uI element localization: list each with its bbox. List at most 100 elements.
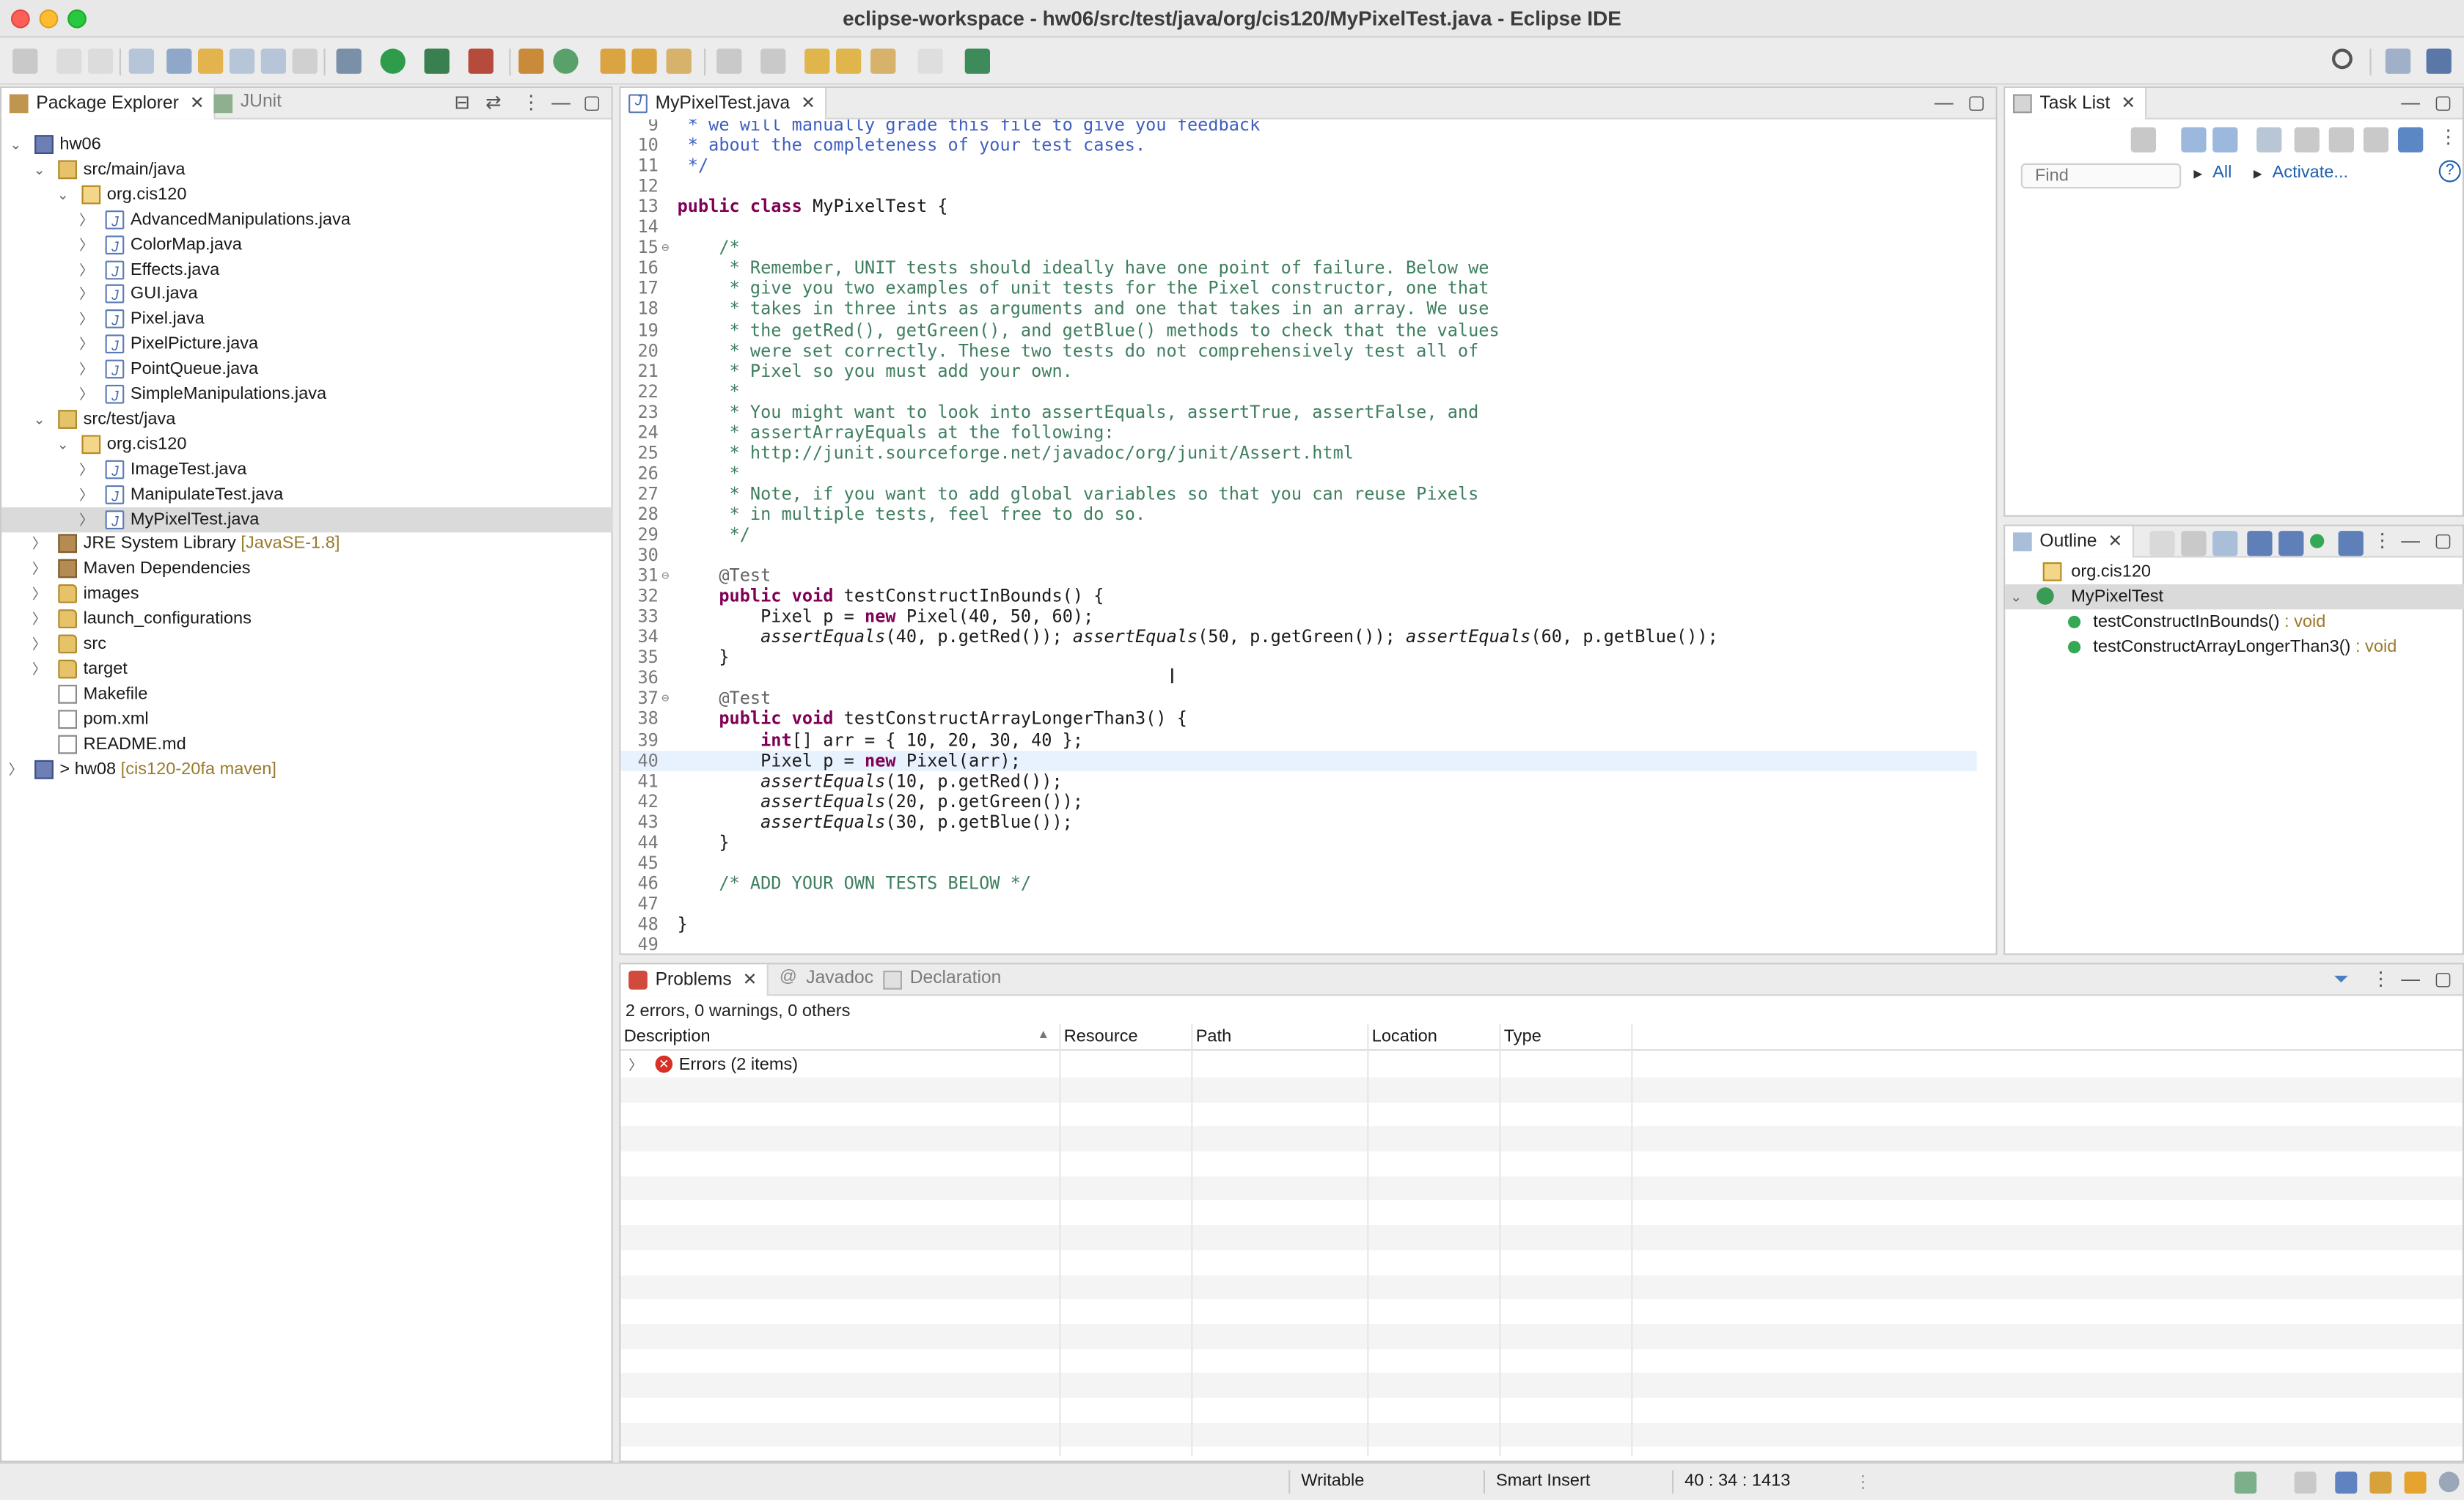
column-description[interactable]: Description — [624, 1027, 711, 1046]
run-icon[interactable] — [380, 48, 406, 74]
tree-item[interactable]: README.md — [1, 731, 613, 756]
code-line[interactable]: 18 * takes in three ints as arguments an… — [620, 299, 1976, 320]
maximize-icon[interactable]: ▢ — [2434, 968, 2452, 990]
column-resource[interactable]: Resource — [1064, 1027, 1138, 1046]
tree-item[interactable]: 〉 target — [1, 656, 613, 681]
chevron-right-icon[interactable]: 〉 — [32, 532, 47, 556]
open-perspective-icon[interactable] — [2385, 48, 2411, 74]
tree-item[interactable]: 〉 GUI.java — [1, 282, 613, 308]
outline-item[interactable]: org.cis120 — [2005, 559, 2464, 584]
tree-item[interactable]: 〉 launch_configurations — [1, 606, 613, 631]
tab-javadoc[interactable]: @ Javadoc — [771, 964, 883, 996]
tree-item[interactable]: 〉 > hw08 [cis120-20fa maven] — [1, 757, 613, 782]
help-icon[interactable]: ? — [2438, 160, 2461, 183]
toggle-breadcrumb-icon[interactable] — [229, 48, 255, 74]
save-icon[interactable] — [56, 48, 82, 74]
hide-fields-icon[interactable] — [2247, 531, 2273, 556]
code-line[interactable]: 23 * You might want to look into assertE… — [620, 402, 1976, 422]
last-edit-location-icon[interactable] — [804, 48, 830, 74]
column-type[interactable]: Type — [1504, 1027, 1541, 1046]
code-line[interactable]: 21 * Pixel so you must add your own. — [620, 361, 1976, 381]
chevron-right-icon[interactable]: 〉 — [32, 656, 47, 681]
external-tools-icon[interactable] — [468, 48, 494, 74]
view-menu-icon[interactable]: ⋮ — [2439, 125, 2458, 147]
code-line[interactable]: 10 * about the completeness of your test… — [620, 135, 1976, 155]
code-line[interactable]: 44 } — [620, 832, 1976, 853]
chevron-right-icon[interactable]: 〉 — [8, 757, 23, 782]
tree-item[interactable]: 〉 PointQueue.java — [1, 357, 613, 383]
code-line[interactable]: 40 Pixel p = new Pixel(arr); — [620, 750, 1977, 771]
code-line[interactable]: 19 * the getRed(), getGreen(), and getBl… — [620, 320, 1976, 340]
collapse-all-icon[interactable]: ⊟ — [454, 91, 470, 113]
code-line[interactable]: 28 * in multiple tests, feel free to do … — [620, 504, 1976, 525]
chevron-right-icon[interactable]: 〉 — [32, 581, 47, 606]
tree-item[interactable]: ⌄ src/main/java — [1, 157, 613, 182]
coverage-icon[interactable] — [424, 48, 450, 74]
tree-item[interactable]: 〉 images — [1, 581, 613, 606]
code-line[interactable]: 24 * assertArrayEquals at the following: — [620, 422, 1976, 443]
close-icon[interactable]: ✕ — [743, 969, 758, 990]
new-java-project-icon[interactable] — [518, 48, 544, 74]
tab-junit[interactable]: JUnit — [206, 88, 291, 120]
open-project-icon[interactable] — [600, 48, 626, 74]
code-line[interactable]: 31 ⊖ @Test — [620, 565, 1976, 586]
chevron-down-icon[interactable]: ⌄ — [32, 157, 47, 182]
tab-mypixeltest[interactable]: MyPixelTest.java ✕ — [620, 87, 826, 120]
tree-item[interactable]: 〉 ColorMap.java — [1, 232, 613, 258]
chevron-down-icon[interactable]: ⌄ — [32, 407, 47, 432]
activate-link[interactable]: Activate... — [2273, 163, 2348, 183]
code-line[interactable]: 46 /* ADD YOUR OWN TESTS BELOW */ — [620, 873, 1976, 894]
hide-non-public-icon[interactable] — [2310, 534, 2325, 548]
java-perspective-icon[interactable] — [2426, 48, 2452, 74]
chevron-right-icon[interactable]: 〉 — [78, 457, 94, 482]
maximize-icon[interactable]: ▢ — [583, 91, 601, 113]
save-all-icon[interactable] — [88, 48, 114, 74]
search-references-icon[interactable] — [166, 48, 192, 74]
code-line[interactable]: 49 — [620, 935, 1976, 954]
code-line[interactable]: 32 public void testConstructInBounds() { — [620, 586, 1976, 606]
previous-annotation-icon[interactable] — [760, 48, 786, 74]
maximize-icon[interactable]: ▢ — [2434, 529, 2452, 551]
code-line[interactable]: 42 assertEquals(20, p.getGreen()); — [620, 791, 1976, 812]
tree-item[interactable]: 〉 Effects.java — [1, 257, 613, 283]
tip-icon[interactable] — [2404, 1471, 2427, 1494]
tree-item[interactable]: 〉 ManipulateTest.java — [1, 482, 613, 508]
chevron-right-icon[interactable]: 〉 — [78, 507, 94, 532]
column-path[interactable]: Path — [1196, 1027, 1232, 1046]
code-line[interactable]: 25 * http://junit.sourceforge.net/javado… — [620, 443, 1976, 463]
minimize-icon[interactable]: — — [1935, 91, 1954, 113]
fold-toggle-icon[interactable]: ⊖ — [661, 688, 669, 709]
close-icon[interactable]: ✕ — [2121, 92, 2135, 114]
open-task-icon[interactable] — [631, 48, 657, 74]
code-line[interactable]: 17 * give you two examples of unit tests… — [620, 279, 1976, 299]
outline-item[interactable]: ⌄ MyPixelTest — [2005, 584, 2464, 610]
tab-package-explorer[interactable]: Package Explorer ✕ — [1, 87, 216, 120]
view-menu-icon[interactable]: ⋮ — [521, 91, 540, 113]
new-task-icon[interactable] — [2130, 127, 2156, 152]
new-icon[interactable] — [12, 48, 38, 74]
code-line[interactable]: 36 — [620, 668, 1976, 688]
tree-item[interactable]: Makefile — [1, 681, 613, 706]
code-line[interactable]: 15 ⊖ /* — [620, 238, 1976, 258]
tab-problems[interactable]: Problems ✕ — [620, 964, 769, 996]
column-location[interactable]: Location — [1372, 1027, 1437, 1046]
book-icon[interactable] — [2335, 1471, 2358, 1494]
code-line[interactable]: 30 — [620, 545, 1976, 566]
code-line[interactable]: 27 * Note, if you want to add global var… — [620, 484, 1976, 504]
outline-item[interactable]: testConstructArrayLongerThan3() : void — [2005, 635, 2464, 660]
collapse-all-icon[interactable] — [2363, 127, 2389, 152]
chevron-right-icon[interactable]: 〉 — [32, 556, 47, 581]
code-line[interactable]: 33 Pixel p = new Pixel(40, 50, 60); — [620, 606, 1976, 627]
settings-icon[interactable] — [2438, 1471, 2460, 1493]
tree-item[interactable]: 〉 Pixel.java — [1, 306, 613, 334]
tree-item[interactable]: 〉 JRE System Library [JavaSE-1.8] — [1, 532, 613, 556]
chevron-down-icon[interactable]: ⌄ — [55, 182, 70, 207]
chevron-right-icon[interactable]: 〉 — [78, 207, 94, 232]
tree-item[interactable]: 〉 MyPixelTest.java — [1, 506, 613, 533]
scheduled-icon[interactable] — [2212, 127, 2238, 152]
code-line[interactable]: 45 — [620, 853, 1976, 873]
pin-editor-icon[interactable] — [964, 48, 990, 74]
code-line[interactable]: 48} — [620, 914, 1976, 935]
new-class-icon[interactable] — [553, 48, 579, 74]
code-line[interactable]: 38 public void testConstructArrayLongerT… — [620, 709, 1976, 729]
